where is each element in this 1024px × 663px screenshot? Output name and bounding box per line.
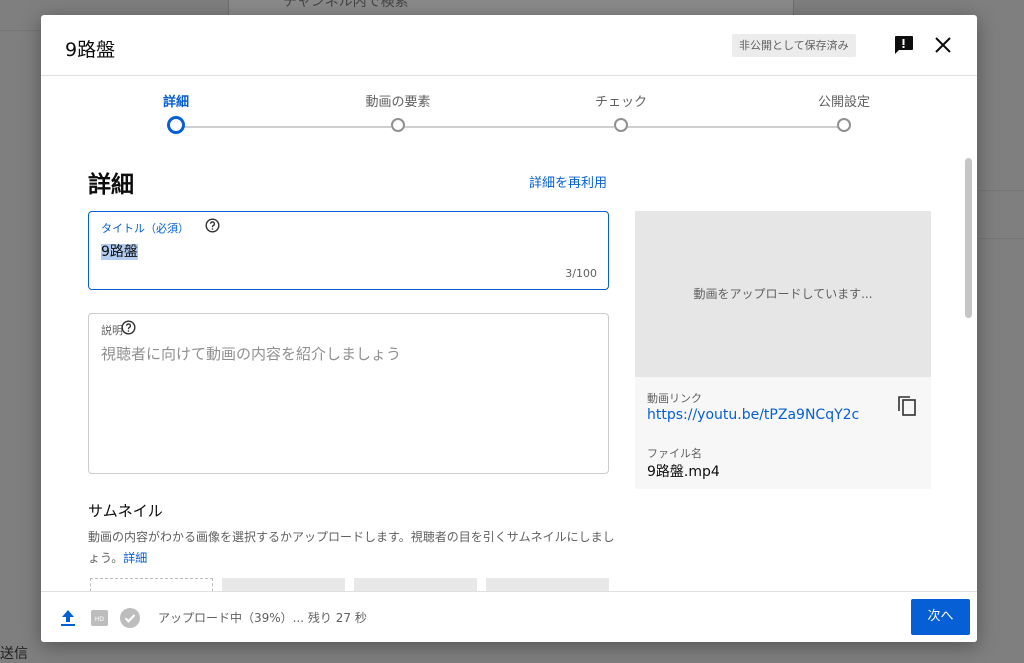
thumbnail-learn-more-link[interactable]: 詳細 bbox=[123, 551, 147, 565]
hd-processing-icon: HD bbox=[91, 610, 108, 626]
thumbnail-heading: サムネイル bbox=[88, 502, 163, 520]
description-field-label: 説明 bbox=[101, 324, 123, 337]
step-details[interactable]: 詳細 bbox=[96, 91, 256, 134]
reuse-details-link[interactable]: 詳細を再利用 bbox=[529, 172, 607, 191]
file-name-label: ファイル名 bbox=[647, 447, 702, 460]
step-indicator bbox=[837, 118, 851, 132]
stepper-connector bbox=[627, 126, 838, 128]
details-heading: 詳細 bbox=[88, 172, 134, 198]
copy-icon[interactable] bbox=[897, 395, 917, 417]
background-divider bbox=[0, 30, 40, 31]
thumbnail-description-text: 動画の内容がわかる画像を選択するかアップロードします。視聴者の目を引くサムネイル… bbox=[88, 530, 615, 565]
step-label: チェック bbox=[594, 95, 647, 110]
help-icon[interactable] bbox=[205, 218, 220, 233]
upload-icon bbox=[61, 610, 75, 626]
help-icon[interactable] bbox=[121, 320, 136, 335]
title-char-counter: 3/100 bbox=[565, 267, 597, 280]
title-input[interactable]: 9路盤 bbox=[101, 241, 138, 261]
video-link-label: 動画リンク bbox=[647, 392, 702, 405]
stepper-connector bbox=[182, 126, 391, 128]
step-visibility[interactable]: 公開設定 bbox=[764, 91, 924, 132]
next-button[interactable]: 次へ bbox=[911, 599, 970, 635]
upload-progress-status: アップロード中（39%）... 残り 27 秒 bbox=[158, 611, 367, 625]
step-label: 公開設定 bbox=[817, 95, 870, 110]
step-indicator bbox=[614, 118, 628, 132]
feedback-icon[interactable] bbox=[893, 35, 914, 55]
upload-status-message: 動画をアップロードしています... bbox=[693, 287, 873, 301]
upload-stepper: 詳細 動画の要素 チェック 公開設定 bbox=[41, 75, 977, 145]
description-field[interactable]: 説明 視聴者に向けて動画の内容を紹介しましょう bbox=[88, 313, 609, 474]
dialog-header: 9路盤 非公開として保存済み bbox=[41, 15, 977, 76]
close-icon[interactable] bbox=[933, 35, 953, 55]
step-label: 動画の要素 bbox=[365, 95, 431, 110]
description-input[interactable]: 視聴者に向けて動画の内容を紹介しましょう bbox=[101, 343, 401, 364]
scrollbar[interactable] bbox=[965, 158, 972, 318]
background-text: 送信 bbox=[0, 646, 28, 662]
title-field[interactable]: タイトル（必須） 9路盤 3/100 bbox=[88, 211, 609, 290]
saved-status-badge: 非公開として保存済み bbox=[732, 34, 856, 57]
step-checks[interactable]: チェック bbox=[541, 91, 701, 132]
step-indicator bbox=[391, 118, 405, 132]
title-field-label: タイトル（必須） bbox=[101, 222, 189, 235]
file-name: 9路盤.mp4 bbox=[647, 464, 720, 480]
step-label: 詳細 bbox=[162, 95, 189, 110]
checks-icon bbox=[120, 608, 140, 628]
video-preview: 動画をアップロードしています... bbox=[635, 211, 931, 377]
dialog-title: 9路盤 bbox=[65, 39, 116, 61]
background-search-text: チャンネル内で検索 bbox=[283, 0, 409, 10]
stepper-connector bbox=[404, 126, 614, 128]
step-video-elements[interactable]: 動画の要素 bbox=[318, 91, 478, 132]
dialog-footer: HD アップロード中（39%）... 残り 27 秒 次へ bbox=[41, 591, 977, 642]
video-preview-panel: 動画をアップロードしています... 動画リンク https://youtu.be… bbox=[635, 211, 931, 489]
title-input-value: 9路盤 bbox=[101, 244, 138, 260]
upload-dialog: 9路盤 非公開として保存済み 詳細 動画の要素 チェック 公開設定 詳細 詳細を… bbox=[41, 15, 977, 642]
step-indicator-active bbox=[167, 116, 185, 134]
thumbnail-description: 動画の内容がわかる画像を選択するかアップロードします。視聴者の目を引くサムネイル… bbox=[88, 527, 618, 569]
background-divider bbox=[978, 190, 1024, 191]
svg-text:HD: HD bbox=[95, 616, 105, 623]
background-divider bbox=[978, 238, 1024, 239]
video-link[interactable]: https://youtu.be/tPZa9NCqY2c bbox=[647, 407, 859, 423]
